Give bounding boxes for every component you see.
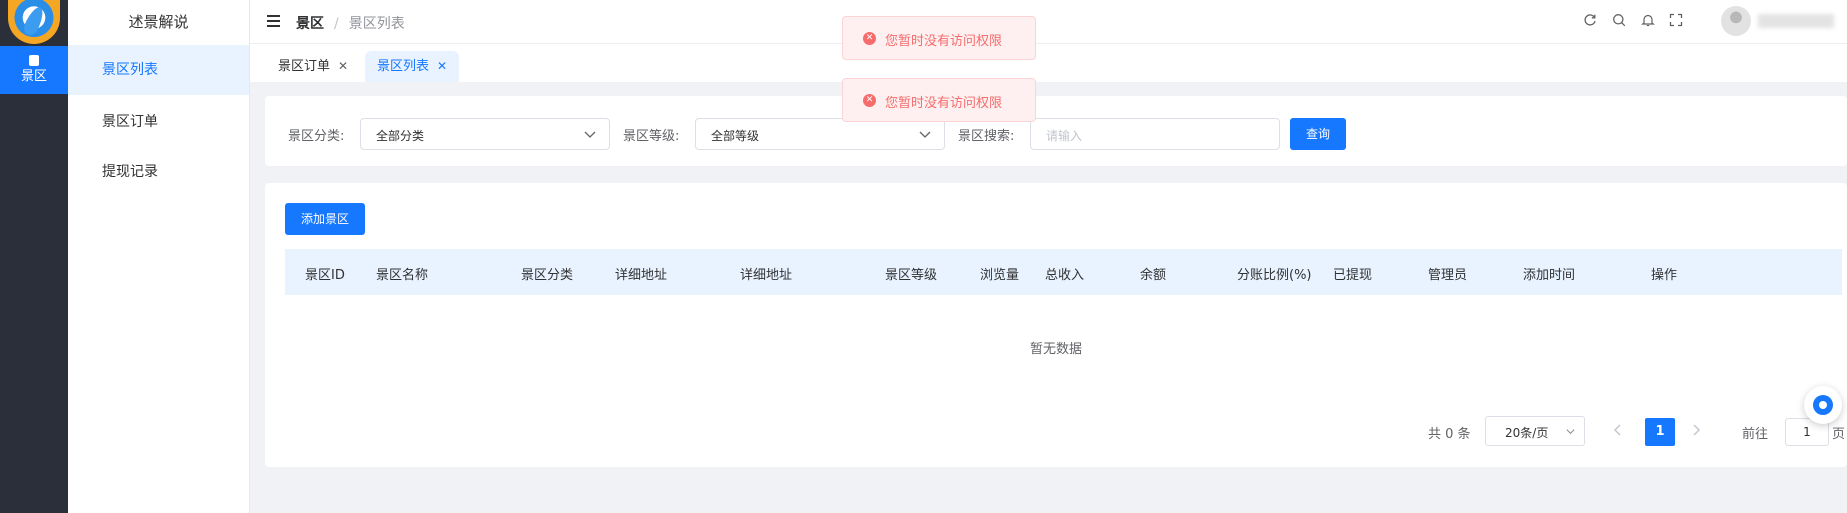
goto-suffix: 页 [1832, 427, 1846, 442]
breadcrumb: 景区 / 景区列表 [296, 16, 405, 32]
chevron-down-icon [584, 131, 596, 138]
refresh-icon[interactable] [1583, 13, 1597, 27]
empty-state: 暂无数据 [1029, 342, 1082, 357]
search-input[interactable]: 请输入 [1030, 118, 1280, 150]
column-header: 添加时间 [1523, 268, 1576, 283]
column-header: 详细地址 [740, 268, 793, 283]
column-header: 浏览量 [980, 268, 1020, 283]
filter-panel: 景区分类: 全部分类 景区等级: 全部等级 景区搜索: 请输入 查询 [265, 96, 1847, 166]
page-number-current[interactable]: 1 [1645, 418, 1675, 446]
table-header: 景区ID 景区名称 景区分类 详细地址 详细地址 景区等级 浏览量 总收入 余额… [285, 249, 1842, 295]
chevron-down-icon [919, 131, 931, 138]
add-scenic-button[interactable]: 添加景区 [285, 203, 365, 235]
sidebar-item-scenic-orders[interactable]: 景区订单 [68, 97, 249, 147]
column-header: 余额 [1140, 268, 1167, 283]
app-logo [8, 0, 60, 44]
avatar[interactable] [1721, 6, 1751, 36]
app-title: 述景解说 [128, 13, 189, 31]
rail-item-scenic[interactable]: 景区 [0, 46, 68, 94]
username[interactable] [1758, 14, 1834, 28]
pagination-total: 共 0 条 [1428, 427, 1471, 442]
column-header: 总收入 [1045, 268, 1085, 283]
tab-label: 景区订单 [278, 59, 331, 74]
main-nav-rail: 景区 [0, 0, 68, 513]
level-select[interactable]: 全部等级 [695, 118, 945, 150]
page-size-select[interactable]: 20条/页 [1485, 416, 1585, 446]
breadcrumb-current: 景区列表 [348, 16, 405, 32]
search-label: 景区搜索: [958, 129, 1015, 144]
error-icon: ✕ [863, 32, 876, 45]
error-toast: ✕ 您暂时没有访问权限 [842, 78, 1036, 122]
bell-icon[interactable] [1641, 13, 1655, 27]
fullscreen-icon[interactable] [1669, 13, 1683, 27]
menu-toggle-icon[interactable] [267, 15, 280, 27]
goto-prefix: 前往 [1742, 427, 1769, 442]
tab-scenic-orders[interactable]: 景区订单 ✕ [266, 51, 360, 82]
chevron-right-icon[interactable] [1690, 423, 1702, 437]
column-header: 操作 [1651, 268, 1678, 283]
chat-help-icon[interactable] [1804, 386, 1842, 424]
column-header: 景区ID [305, 268, 345, 283]
close-icon[interactable]: ✕ [437, 59, 447, 73]
tabs-bar: 景区订单 ✕ 景区列表 ✕ [250, 44, 1847, 82]
column-header: 分账比例(%) [1237, 268, 1312, 283]
close-icon[interactable]: ✕ [338, 59, 348, 73]
rail-item-label: 景区 [20, 69, 47, 84]
column-header: 景区等级 [885, 268, 938, 283]
search-icon[interactable] [1612, 13, 1626, 27]
tab-label: 景区列表 [377, 59, 430, 74]
sub-sidebar: 述景解说 景区列表 景区订单 提现记录 [68, 0, 250, 513]
table-card: 添加景区 景区ID 景区名称 景区分类 详细地址 详细地址 景区等级 浏览量 总… [265, 183, 1847, 467]
category-select-value: 全部分类 [376, 129, 425, 143]
search-placeholder: 请输入 [1046, 129, 1083, 143]
column-header: 已提现 [1333, 268, 1373, 283]
toast-message: 您暂时没有访问权限 [885, 34, 1003, 49]
toast-message: 您暂时没有访问权限 [885, 96, 1003, 111]
page-size-value: 20条/页 [1505, 426, 1549, 440]
sidebar-item-withdraw-records[interactable]: 提现记录 [68, 147, 249, 197]
column-header: 管理员 [1428, 268, 1468, 283]
error-toast: ✕ 您暂时没有访问权限 [842, 16, 1036, 60]
column-header: 景区分类 [521, 268, 574, 283]
level-label: 景区等级: [623, 129, 680, 144]
breadcrumb-item[interactable]: 景区 [296, 16, 324, 32]
top-header: 景区 / 景区列表 [250, 0, 1847, 44]
level-select-value: 全部等级 [711, 129, 760, 143]
category-label: 景区分类: [288, 129, 345, 144]
category-select[interactable]: 全部分类 [360, 118, 610, 150]
tab-scenic-list[interactable]: 景区列表 ✕ [365, 51, 460, 82]
column-header: 景区名称 [376, 268, 429, 283]
scenic-icon [29, 55, 39, 66]
column-header: 详细地址 [615, 268, 668, 283]
sidebar-item-scenic-list[interactable]: 景区列表 [68, 45, 249, 95]
chevron-left-icon[interactable] [1612, 423, 1624, 437]
error-icon: ✕ [863, 94, 876, 107]
chevron-down-icon [1566, 429, 1575, 435]
query-button[interactable]: 查询 [1290, 118, 1346, 150]
